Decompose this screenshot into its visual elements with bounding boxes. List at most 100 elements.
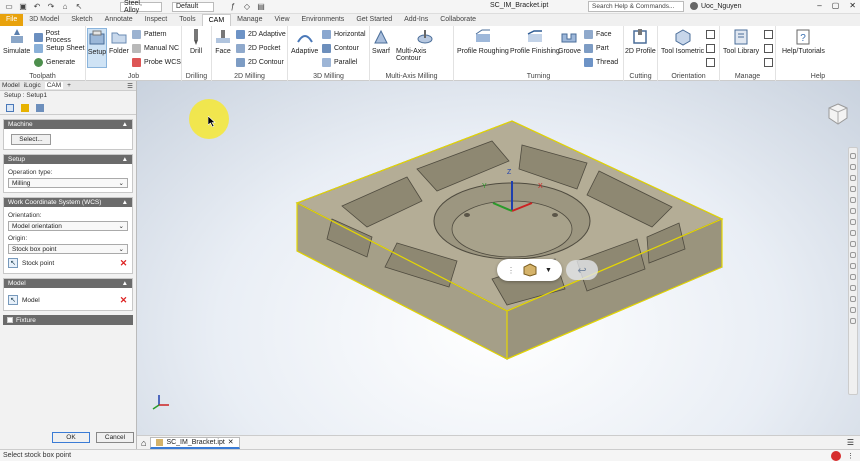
fixture-checkbox[interactable] (7, 317, 13, 323)
measure-icon[interactable]: ▤ (256, 2, 266, 12)
part-model[interactable] (287, 111, 727, 371)
save-icon[interactable]: ▣ (18, 2, 28, 12)
tab-environments[interactable]: Environments (296, 14, 351, 26)
2d-contour-button[interactable]: 2D Contour (236, 58, 284, 67)
nav-pan-icon[interactable] (850, 164, 856, 170)
probe-wcs-button[interactable]: Probe WCS (132, 58, 181, 67)
setup-tab-icon[interactable] (6, 103, 14, 112)
stock-point-pick-icon[interactable]: ↖ (8, 258, 18, 268)
maximize-icon[interactable]: ▢ (832, 1, 840, 10)
2d-pocket-button[interactable]: 2D Pocket (236, 44, 280, 53)
help-tutorials-button[interactable]: ? Help/Tutorials (782, 28, 825, 55)
folder-button[interactable]: Folder (109, 28, 129, 55)
panel-tab-ilogic[interactable]: iLogic (24, 82, 41, 89)
nav-settings-icon[interactable] (850, 307, 856, 313)
panel-tab-model[interactable]: Model (2, 82, 20, 89)
swarf-button[interactable]: Swarf (372, 28, 390, 55)
close-icon[interactable]: ✕ (849, 1, 856, 10)
fx-icon[interactable]: ƒ (228, 2, 238, 12)
tab-get-started[interactable]: Get Started (350, 14, 398, 26)
manage-extra2-icon[interactable] (764, 44, 773, 53)
view-cube[interactable] (828, 103, 848, 125)
nav-look-icon[interactable] (850, 208, 856, 214)
stock-point-clear-icon[interactable]: ✕ (119, 258, 128, 268)
tab-sketch[interactable]: Sketch (65, 14, 98, 26)
setup-header[interactable]: Setup ▲ (4, 155, 132, 164)
grip-icon[interactable]: ⋮ (507, 266, 515, 275)
nav-fly-icon[interactable] (850, 263, 856, 269)
undo-icon[interactable]: ↶ (32, 2, 42, 12)
chevron-down-icon[interactable]: ▼ (545, 267, 552, 274)
select-icon[interactable]: ↖ (74, 2, 84, 12)
tab-list-icon[interactable]: ☰ (847, 438, 854, 447)
tab-file[interactable]: File (0, 14, 24, 26)
search-input[interactable]: Search Help & Commands... (588, 1, 684, 12)
minimize-icon[interactable]: – (817, 1, 821, 10)
drill-button[interactable]: Drill (187, 28, 205, 55)
tab-close-icon[interactable]: ✕ (228, 438, 234, 446)
panel-menu-icon[interactable]: ☰ (127, 82, 133, 90)
model-pick-icon[interactable]: ↖ (8, 295, 18, 305)
orientation-grid3-icon[interactable] (706, 58, 715, 67)
home-icon[interactable]: ⌂ (60, 2, 70, 12)
fixture-header[interactable]: Fixture (3, 315, 133, 325)
nav-orbit-icon[interactable] (850, 197, 856, 203)
contour-button[interactable]: Contour (322, 44, 359, 53)
tab-inspect[interactable]: Inspect (139, 14, 174, 26)
setup-sheet-button[interactable]: Setup Sheet (34, 44, 85, 53)
tab-view[interactable]: View (268, 14, 295, 26)
manage-extra-icon[interactable] (764, 30, 773, 39)
nav-zoom-icon[interactable] (850, 175, 856, 181)
user-account[interactable]: Uoc_Nguyen (690, 2, 741, 10)
thread-button[interactable]: Thread (584, 58, 618, 67)
nav-constrained-orbit-icon[interactable] (850, 241, 856, 247)
part-button[interactable]: Part (584, 44, 609, 53)
tab-tools[interactable]: Tools (173, 14, 201, 26)
tab-3d-model[interactable]: 3D Model (23, 14, 65, 26)
nav-free-orbit-icon[interactable] (850, 230, 856, 236)
generate-button[interactable]: Generate (34, 58, 75, 67)
ok-button[interactable]: OK (52, 432, 90, 443)
tab-annotate[interactable]: Annotate (99, 14, 139, 26)
post-process-button[interactable]: Post Process (34, 30, 85, 44)
nav-steering-icon[interactable] (850, 153, 856, 159)
orientation-grid2-icon[interactable] (706, 44, 715, 53)
sketch-icon[interactable]: ◇ (242, 2, 252, 12)
orientation-select[interactable]: Model orientation ⌄ (8, 221, 128, 231)
redo-icon[interactable]: ↷ (46, 2, 56, 12)
model-header[interactable]: Model ▲ (4, 279, 132, 288)
wcs-header[interactable]: Work Coordinate System (WCS) ▲ (4, 198, 132, 207)
panel-tab-cam[interactable]: CAM (44, 82, 64, 89)
machine-header[interactable]: Machine ▲ (4, 120, 132, 129)
file-icon[interactable]: ▭ (4, 2, 14, 12)
profile-finishing-button[interactable]: Profile Finishing (510, 28, 560, 55)
multi-axis-contour-button[interactable]: Multi-Axis Contour (396, 28, 453, 62)
stock-box-icon[interactable] (523, 263, 537, 277)
model-clear-icon[interactable]: ✕ (119, 295, 128, 305)
manage-extra3-icon[interactable] (764, 58, 773, 67)
tab-collaborate[interactable]: Collaborate (434, 14, 482, 26)
notification-icon[interactable] (831, 451, 841, 461)
post-tab-icon[interactable] (36, 103, 44, 112)
tab-cam[interactable]: CAM (201, 14, 232, 26)
nav-rewind-icon[interactable] (850, 285, 856, 291)
adaptive-button[interactable]: Adaptive (291, 28, 318, 55)
tab-add-ins[interactable]: Add-Ins (398, 14, 434, 26)
origin-select[interactable]: Stock box point ⌄ (8, 244, 128, 254)
panel-tab-add[interactable]: + (67, 82, 71, 89)
operation-type-select[interactable]: Milling ⌄ (8, 178, 128, 188)
home-icon[interactable]: ⌂ (141, 438, 146, 448)
nav-view-face-icon[interactable] (850, 219, 856, 225)
pattern-button[interactable]: Pattern (132, 30, 167, 39)
nav-center-icon[interactable] (850, 296, 856, 302)
turning-face-button[interactable]: Face (584, 30, 612, 39)
tool-library-button[interactable]: Tool Library (723, 28, 759, 55)
face-button[interactable]: Face (214, 28, 232, 55)
groove-button[interactable]: Groove (558, 28, 581, 55)
graphics-viewport[interactable]: X Y Z ⋮ ▼ ↩ (137, 81, 860, 435)
nav-more-icon[interactable] (850, 318, 856, 324)
nav-section-icon[interactable] (850, 274, 856, 280)
2d-adaptive-button[interactable]: 2D Adaptive (236, 30, 286, 39)
manual-nc-button[interactable]: Manual NC (132, 44, 179, 53)
tool-isometric-button[interactable]: Tool Isometric (661, 28, 704, 55)
